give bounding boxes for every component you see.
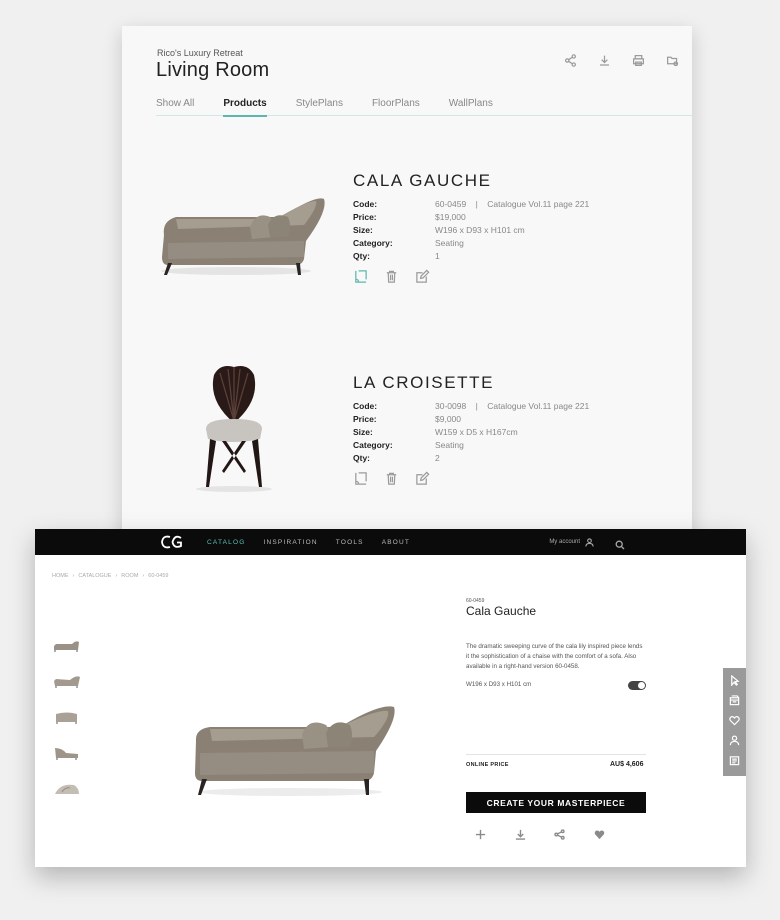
- panel-actions: [562, 52, 680, 68]
- notes-icon[interactable]: [729, 753, 740, 771]
- project-subtitle: Rico's Luxury Retreat: [157, 48, 243, 58]
- category-label: Category:: [353, 237, 393, 248]
- print-icon[interactable]: [630, 52, 646, 68]
- product-card: CALA GAUCHE Code: 60-0459 | Catalogue Vol…: [122, 171, 692, 311]
- user-icon: [585, 537, 594, 547]
- qty-label: Qty:: [353, 452, 370, 463]
- favorites-icon[interactable]: [729, 713, 740, 731]
- unit-toggle[interactable]: [628, 681, 646, 690]
- product-details: Code: 30-0098 | Catalogue Vol.11 page 221…: [353, 399, 589, 464]
- code-value: 30-0098 | Catalogue Vol.11 page 221: [435, 400, 590, 411]
- size-value: W196 x D93 x H101 cm: [435, 224, 525, 235]
- crumb-separator: ›: [72, 573, 75, 579]
- crumb-catalogue[interactable]: CATALOGUE: [78, 573, 111, 579]
- category-label: Category:: [353, 439, 393, 450]
- product-hero-image: [195, 706, 395, 796]
- heart-icon[interactable]: [594, 827, 605, 845]
- floorplan-icon[interactable]: [353, 269, 368, 289]
- size-label: Size:: [353, 224, 373, 235]
- thumbnail[interactable]: [52, 636, 82, 654]
- category-value: Seating: [435, 439, 464, 450]
- user-icon[interactable]: [729, 733, 740, 751]
- download-icon[interactable]: [596, 52, 612, 68]
- product-description: The dramatic sweeping curve of the cala …: [466, 643, 643, 670]
- search-icon[interactable]: [615, 537, 625, 550]
- price-value: $19,000: [435, 211, 466, 222]
- crumb-separator: ›: [115, 573, 118, 579]
- account-label: My account: [549, 539, 580, 545]
- breadcrumb: HOME › CATALOGUE › ROOM › 60-0459: [52, 573, 168, 579]
- account-link[interactable]: My account: [549, 529, 594, 555]
- room-panel: Rico's Luxury Retreat Living Room Show A…: [122, 26, 692, 546]
- edit-icon[interactable]: [415, 269, 430, 289]
- trash-icon[interactable]: [384, 471, 399, 491]
- qty-label: Qty:: [353, 250, 370, 261]
- price-label: Price:: [353, 413, 377, 424]
- divider: [466, 754, 646, 755]
- tab-styleplans[interactable]: StylePlans: [296, 98, 343, 115]
- nav-tools[interactable]: TOOLS: [336, 539, 364, 546]
- tab-wallplans[interactable]: WallPlans: [449, 98, 493, 115]
- price-value: AU$ 4,606: [610, 761, 644, 768]
- product-name: CALA GAUCHE: [353, 171, 492, 190]
- download-icon[interactable]: [515, 827, 526, 845]
- tab-show-all[interactable]: Show All: [156, 98, 194, 115]
- plus-icon[interactable]: [475, 827, 486, 845]
- price-label: Price:: [353, 211, 377, 222]
- edit-icon[interactable]: [415, 471, 430, 491]
- sofa-image: [161, 198, 325, 275]
- code-label: Code:: [353, 198, 378, 209]
- page-title: Living Room: [156, 59, 270, 81]
- price-label: ONLINE PRICE: [466, 762, 509, 768]
- thumbnail[interactable]: [52, 744, 82, 762]
- create-masterpiece-button[interactable]: CREATE YOUR MASTERPIECE: [466, 792, 646, 813]
- qty-value: 1: [435, 250, 440, 261]
- floorplan-icon[interactable]: [353, 471, 368, 491]
- nav-about[interactable]: ABOUT: [382, 539, 410, 546]
- product-actions: [353, 269, 430, 289]
- product-card: LA CROISETTE Code: 30-0098 | Catalogue Vo…: [122, 366, 692, 513]
- size-value: W159 x D5 x H167cm: [435, 426, 518, 437]
- folder-settings-icon[interactable]: [664, 52, 680, 68]
- qty-value: 2: [435, 452, 440, 463]
- top-nav: CATALOG INSPIRATION TOOLS ABOUT My accou…: [35, 529, 746, 555]
- crumb-separator: ›: [142, 573, 145, 579]
- crumb-current: 60-0459: [148, 573, 169, 579]
- crumb-room[interactable]: ROOM: [121, 573, 138, 579]
- product-dimensions: W196 x D93 x H101 cm: [466, 681, 532, 688]
- code-label: Code:: [353, 400, 378, 411]
- trash-icon[interactable]: [384, 269, 399, 289]
- tab-bar: Show All Products StylePlans FloorPlans …: [156, 98, 692, 117]
- price-value: $9,000: [435, 413, 461, 424]
- product-actions: [353, 471, 430, 491]
- share-icon[interactable]: [562, 52, 578, 68]
- share-icon[interactable]: [554, 827, 565, 845]
- crumb-home[interactable]: HOME: [52, 573, 69, 579]
- category-value: Seating: [435, 237, 464, 248]
- thumbnail[interactable]: [52, 672, 82, 690]
- product-action-icons: [475, 827, 605, 845]
- thumbnail[interactable]: [52, 708, 82, 726]
- product-name: LA CROISETTE: [353, 373, 495, 392]
- pointer-icon[interactable]: [729, 673, 740, 691]
- cg-logo[interactable]: [160, 534, 184, 550]
- chair-image: [196, 366, 272, 492]
- store-page: CATALOG INSPIRATION TOOLS ABOUT My accou…: [35, 529, 746, 867]
- side-rail: [723, 668, 746, 776]
- tab-floorplans[interactable]: FloorPlans: [372, 98, 420, 115]
- catalog-icon[interactable]: [729, 693, 740, 711]
- tab-products[interactable]: Products: [223, 98, 268, 117]
- product-details: Code: 60-0459 | Catalogue Vol.11 page 221…: [353, 197, 589, 262]
- nav-catalog[interactable]: CATALOG: [207, 539, 246, 546]
- nav-links: CATALOG INSPIRATION TOOLS ABOUT: [207, 529, 410, 555]
- thumbnail[interactable]: [52, 780, 82, 798]
- thumbnail-list: [52, 636, 82, 816]
- product-title: Cala Gauche: [466, 604, 537, 618]
- code-value: 60-0459 | Catalogue Vol.11 page 221: [435, 198, 590, 209]
- nav-inspiration[interactable]: INSPIRATION: [264, 539, 318, 546]
- size-label: Size:: [353, 426, 373, 437]
